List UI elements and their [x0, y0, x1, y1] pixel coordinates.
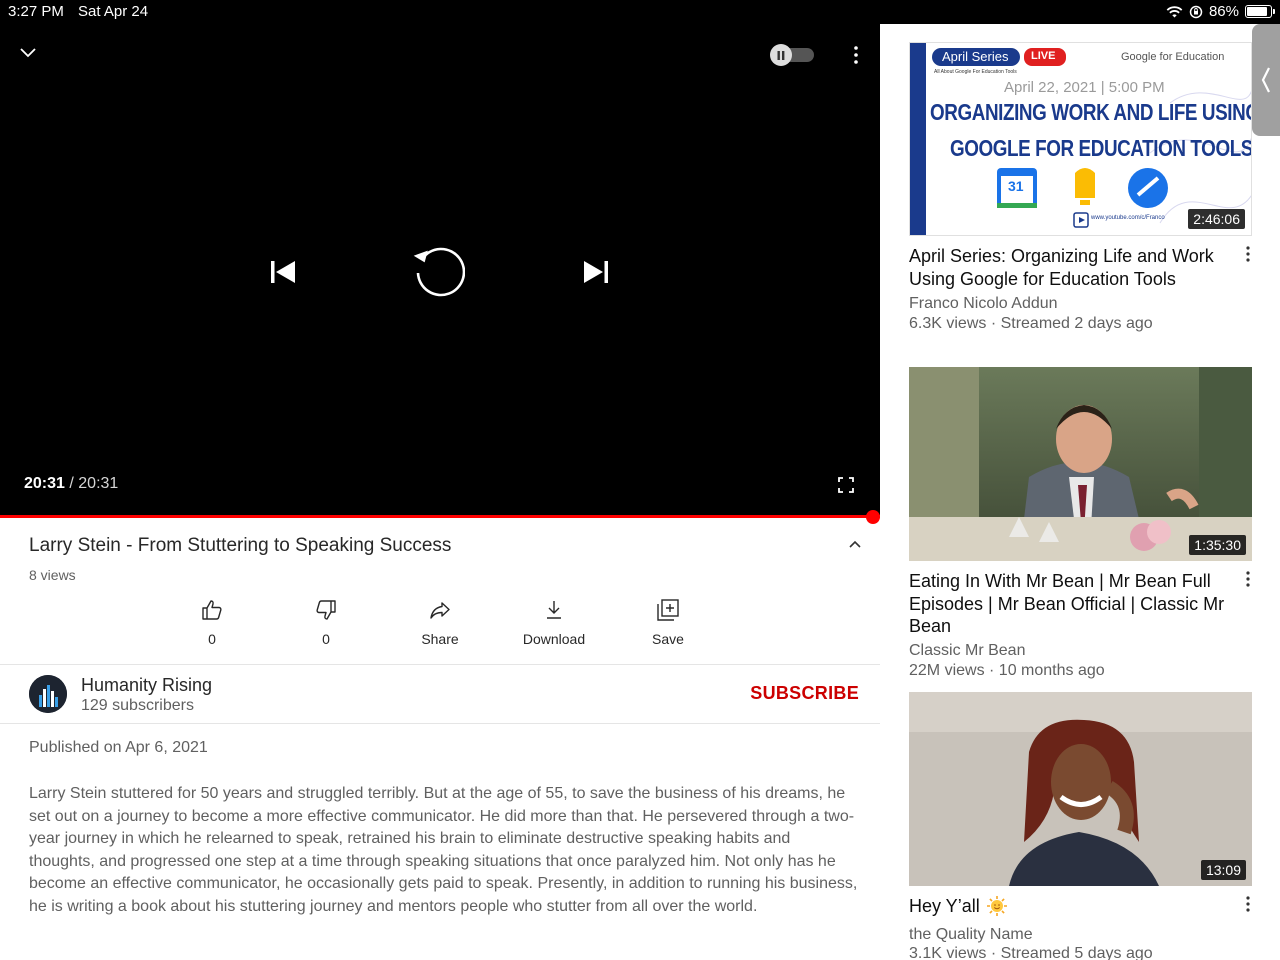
wifi-icon — [1166, 6, 1183, 18]
status-time: 3:27 PM — [8, 3, 64, 20]
subscriber-count: 129 subscribers — [81, 697, 194, 714]
fullscreen-button[interactable] — [835, 474, 857, 496]
status-right: 86% — [1166, 3, 1275, 20]
slide-over-handle[interactable] — [1252, 24, 1280, 136]
video-duration: 13:09 — [1200, 860, 1246, 880]
thumbnail-graphic — [909, 692, 1252, 886]
replay-button[interactable] — [413, 244, 465, 298]
recommendations-panel: April Series LIVE Google for Education A… — [880, 24, 1280, 960]
thumb-sub-text: All About Google For Education Tools — [934, 69, 1017, 75]
player-more-button[interactable] — [846, 44, 866, 66]
thumb-brand-text: Google for Education — [1121, 51, 1225, 63]
video-thumbnail[interactable]: 1:35:30 — [909, 367, 1252, 561]
more-vert-icon — [1246, 571, 1250, 587]
thumb-url-text: www.youtube.com/c/Franco — [1091, 215, 1165, 221]
video-thumbnail[interactable]: April Series LIVE Google for Education A… — [909, 42, 1252, 236]
expand-description-button[interactable] — [845, 535, 865, 555]
channel-row: Humanity Rising 129 subscribers SUBSCRIB… — [0, 665, 880, 723]
time-display: 20:31 / 20:31 — [24, 475, 118, 493]
recommended-meta: 6.3K views · Streamed 2 days ago — [909, 315, 1153, 332]
total-time: / 20:31 — [69, 475, 119, 492]
smiling-sun-emoji-icon — [986, 896, 1007, 916]
more-vert-icon — [854, 46, 858, 64]
autoplay-toggle[interactable] — [770, 44, 814, 66]
channel-name[interactable]: Humanity Rising — [81, 675, 212, 696]
save-button[interactable]: Save — [611, 598, 725, 647]
autoplay-knob — [770, 44, 792, 66]
dislike-count: 0 — [322, 631, 330, 647]
save-label: Save — [652, 631, 684, 647]
recommended-title-row: Hey Y’all — [909, 895, 1008, 917]
thumbnail-graphic — [909, 367, 1252, 561]
more-vert-icon — [1246, 246, 1250, 262]
action-bar: 0 0 Share Download Save — [155, 598, 725, 647]
save-playlist-icon — [657, 599, 679, 621]
like-count: 0 — [208, 631, 216, 647]
download-label: Download — [522, 631, 586, 647]
chevron-up-icon — [849, 540, 861, 548]
status-date: Sat Apr 24 — [78, 3, 149, 20]
thumb-date-text: April 22, 2021 | 5:00 PM — [1004, 79, 1165, 96]
orientation-lock-icon — [1189, 5, 1203, 18]
battery-fill — [1247, 7, 1267, 16]
published-date: Published on Apr 6, 2021 — [29, 739, 208, 756]
status-bar: 3:27 PM Sat Apr 24 86% — [0, 0, 1280, 24]
recommended-meta: 3.1K views · Streamed 5 days ago — [909, 945, 1153, 960]
subscribe-button[interactable]: SUBSCRIBE — [750, 683, 859, 704]
skip-next-icon — [584, 261, 608, 283]
like-button[interactable]: 0 — [155, 598, 269, 647]
recommended-video-title[interactable]: April Series: Organizing Life and Work U… — [909, 245, 1229, 290]
chevron-left-icon — [1261, 67, 1270, 93]
dislike-button[interactable]: 0 — [269, 598, 383, 647]
thumb-live-text: LIVE — [1031, 50, 1056, 62]
video-player[interactable]: 20:31 / 20:31 — [0, 24, 880, 518]
recommended-channel: Franco Nicolo Addun — [909, 295, 1058, 312]
thumb-up-icon — [202, 600, 222, 620]
chevron-down-icon — [20, 48, 36, 58]
battery-percent: 86% — [1208, 3, 1239, 20]
card-more-button[interactable] — [1242, 896, 1254, 916]
recommended-channel: Classic Mr Bean — [909, 642, 1026, 659]
card-more-button[interactable] — [1242, 246, 1254, 266]
progress-bar[interactable] — [0, 515, 880, 518]
share-icon — [430, 602, 450, 619]
status-left: 3:27 PM Sat Apr 24 — [8, 3, 158, 20]
video-duration: 1:35:30 — [1189, 535, 1246, 555]
humanity-rising-logo-icon — [29, 675, 67, 713]
share-label: Share — [421, 631, 459, 647]
channel-avatar[interactable] — [29, 675, 67, 713]
video-duration: 2:46:06 — [1188, 209, 1245, 229]
thumb-badge-text: April Series — [942, 49, 1009, 64]
card-more-button[interactable] — [1242, 571, 1254, 591]
replay-icon — [413, 247, 465, 297]
download-button[interactable]: Download — [497, 598, 611, 647]
divider-bottom — [0, 723, 880, 724]
fullscreen-icon — [838, 477, 854, 493]
recommended-video-title[interactable]: Eating In With Mr Bean | Mr Bean Full Ep… — [909, 570, 1229, 638]
share-button[interactable]: Share — [383, 598, 497, 647]
progress-scrubber[interactable] — [866, 510, 880, 524]
recommended-meta: 22M views · 10 months ago — [909, 662, 1105, 679]
video-thumbnail[interactable]: 13:09 — [909, 692, 1252, 886]
thumb-down-icon — [316, 600, 336, 620]
video-description: Larry Stein stuttered for 50 years and s… — [29, 785, 858, 915]
thumb-line1-text: ORGANIZING WORK AND LIFE USING — [930, 99, 1252, 125]
battery-icon — [1245, 5, 1275, 18]
more-vert-icon — [1246, 896, 1250, 912]
progress-fill — [0, 515, 880, 518]
current-time: 20:31 — [24, 475, 65, 492]
minimize-player-button[interactable] — [16, 40, 40, 64]
next-video-button[interactable] — [575, 251, 617, 293]
pause-icon — [777, 50, 785, 60]
video-title: Larry Stein - From Stuttering to Speakin… — [29, 535, 452, 556]
calendar-day-text: 31 — [1008, 178, 1024, 194]
view-count: 8 views — [29, 567, 76, 583]
thumb-line2-text: GOOGLE FOR EDUCATION TOOLS — [950, 135, 1252, 161]
previous-video-button[interactable] — [262, 251, 304, 293]
recommended-channel: the Quality Name — [909, 926, 1033, 943]
download-icon — [547, 601, 561, 619]
recommended-video-title[interactable]: Hey Y’all — [909, 896, 980, 917]
skip-previous-icon — [271, 261, 295, 283]
